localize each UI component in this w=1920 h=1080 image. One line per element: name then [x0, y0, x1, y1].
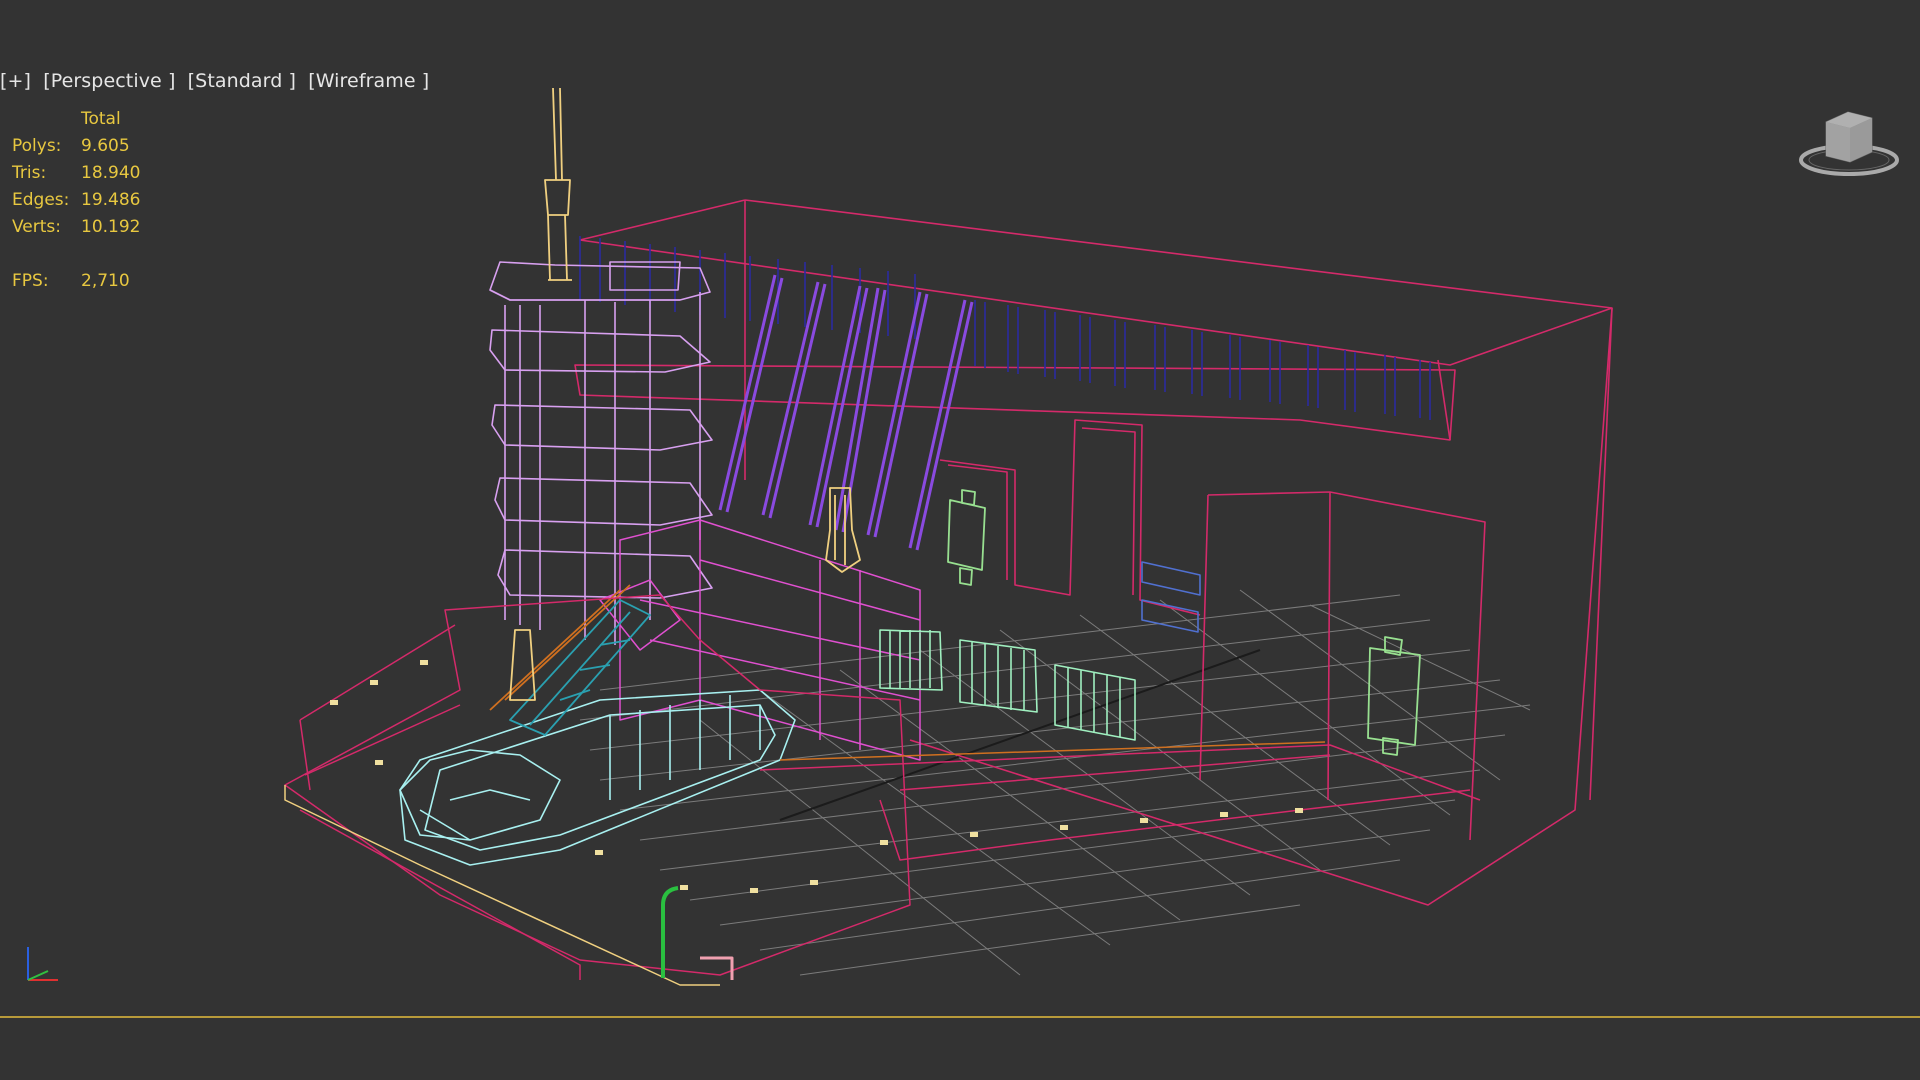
diagonal-struts — [718, 274, 974, 551]
viewcube[interactable] — [1796, 106, 1906, 186]
rail-brackets — [579, 236, 1431, 420]
tower-wireframe — [489, 261, 713, 645]
antenna-lamps-wireframe — [509, 87, 861, 701]
base-lights — [330, 660, 1303, 893]
platform-vehicle-wireframe — [399, 689, 796, 866]
floor-grid — [579, 589, 1531, 976]
axis-tripod-icon — [27, 947, 58, 981]
perspective-viewport[interactable]: [+] [Perspective ] [Standard ] [Wirefram… — [0, 0, 1920, 1016]
green-pipe — [661, 886, 679, 978]
viewcube-icon[interactable] — [1796, 106, 1906, 186]
pink-post — [700, 956, 734, 980]
room-wireframe — [574, 199, 1613, 906]
radiators-wireframe — [879, 629, 1136, 741]
blue-panels-wireframe — [1141, 561, 1201, 633]
axis-tripod — [18, 935, 68, 990]
bottom-toolbar-area — [0, 1018, 1920, 1080]
crane-arm-wireframe — [489, 584, 651, 736]
wireframe-scene[interactable] — [0, 0, 1920, 1016]
base-platform-wireframe — [284, 594, 1481, 986]
